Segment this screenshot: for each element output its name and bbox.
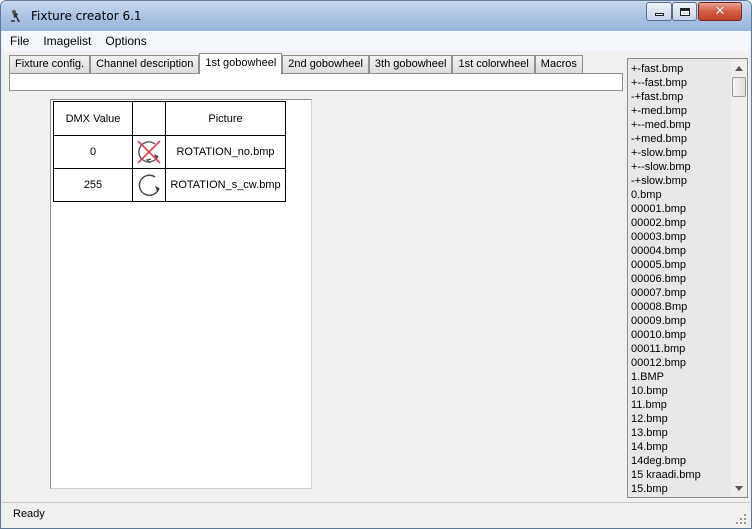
list-item[interactable]: 12.bmp [631,412,731,426]
title-bar[interactable]: Fixture creator 6.1 ✕ [1,1,751,31]
gobo-grid-panel[interactable]: DMX Value Picture 0 ROTATION_no.bmp 255 … [50,99,312,489]
list-item[interactable]: 00005.bmp [631,258,731,272]
list-item[interactable]: +--fast.bmp [631,76,731,90]
menu-options[interactable]: Options [99,34,152,48]
tab-content-strip [9,73,623,91]
list-item[interactable]: -+fast.bmp [631,90,731,104]
scroll-up-button[interactable] [731,60,747,76]
list-item[interactable]: 13.bmp [631,426,731,440]
close-button[interactable]: ✕ [698,2,742,21]
list-item[interactable]: +--med.bmp [631,118,731,132]
tab-fixture-config[interactable]: Fixture config. [9,55,91,73]
minimize-button[interactable] [646,2,672,21]
list-item[interactable]: 00007.bmp [631,286,731,300]
list-item[interactable]: 00006.bmp [631,272,731,286]
list-item[interactable]: -+med.bmp [631,132,731,146]
tab-2nd-gobowheel[interactable]: 2nd gobowheel [282,55,369,73]
maximize-icon [679,7,690,16]
image-file-list[interactable]: +-fast.bmp +--fast.bmp -+fast.bmp +-med.… [627,58,748,498]
minimize-icon [654,13,664,16]
scroll-down-button[interactable] [731,480,747,496]
menu-file[interactable]: File [4,34,35,48]
rotation-clockwise-icon [138,174,160,196]
cell-dmx-value[interactable]: 0 [53,135,133,169]
list-item[interactable]: 14.bmp [631,440,731,454]
chevron-down-icon [735,485,743,491]
close-icon: ✕ [714,4,726,19]
fixture-app-icon [11,10,20,22]
list-item[interactable]: 14deg.bmp [631,454,731,468]
list-item[interactable]: 15.bmp [631,482,731,496]
list-item[interactable]: 1.BMP [631,370,731,384]
list-item[interactable]: -+slow.bmp [631,174,731,188]
file-list-items: +-fast.bmp +--fast.bmp -+fast.bmp +-med.… [631,62,731,496]
tab-channel-description[interactable]: Channel description [90,55,200,73]
tab-1st-colorwheel[interactable]: 1st colorwheel [452,55,535,73]
list-item[interactable]: 00001.bmp [631,202,731,216]
table-row[interactable]: 0 ROTATION_no.bmp [53,135,286,169]
table-header-row: DMX Value Picture [53,101,286,136]
cell-image[interactable] [132,168,166,202]
header-picture[interactable]: Picture [165,101,286,136]
cell-image[interactable] [132,135,166,169]
scroll-thumb[interactable] [732,77,746,97]
app-window: Fixture creator 6.1 ✕ File Imagelist Opt… [0,0,752,529]
menu-imagelist[interactable]: Imagelist [37,34,97,48]
list-item[interactable]: 00011.bmp [631,342,731,356]
list-item[interactable]: 10.bmp [631,384,731,398]
window-title: Fixture creator 6.1 [31,9,142,23]
header-image[interactable] [132,101,166,136]
cell-dmx-value[interactable]: 255 [53,168,133,202]
list-item[interactable]: 00012.bmp [631,356,731,370]
list-item[interactable]: +-slow.bmp [631,146,731,160]
list-item[interactable]: +-fast.bmp [631,62,731,76]
tab-strip: Fixture config. Channel description 1st … [9,53,583,74]
status-text: Ready [13,508,45,520]
tab-macros[interactable]: Macros [534,55,583,73]
resize-grip-icon[interactable] [735,513,747,525]
header-dmx-value[interactable]: DMX Value [53,101,133,136]
list-item[interactable]: +-med.bmp [631,104,731,118]
maximize-button[interactable] [672,2,697,21]
list-item[interactable]: +--slow.bmp [631,160,731,174]
list-item[interactable]: 00004.bmp [631,244,731,258]
tab-3th-gobowheel[interactable]: 3th gobowheel [368,55,453,73]
list-item[interactable]: 00008.Bmp [631,300,731,314]
list-item[interactable]: 11.bmp [631,398,731,412]
list-item[interactable]: 00010.bmp [631,328,731,342]
list-item[interactable]: 00003.bmp [631,230,731,244]
chevron-up-icon [735,65,743,71]
gobo-table: DMX Value Picture 0 ROTATION_no.bmp 255 … [53,101,286,202]
status-bar: Ready [2,502,750,528]
menu-bar: File Imagelist Options [2,31,750,51]
rotation-no-icon [137,140,161,164]
cell-picture[interactable]: ROTATION_no.bmp [165,135,286,169]
client-area: Fixture config. Channel description 1st … [2,51,750,502]
cell-picture[interactable]: ROTATION_s_cw.bmp [165,168,286,202]
list-item[interactable]: 00009.bmp [631,314,731,328]
table-row[interactable]: 255 ROTATION_s_cw.bmp [53,168,286,202]
tab-1st-gobowheel[interactable]: 1st gobowheel [199,53,283,74]
list-item[interactable]: 00002.bmp [631,216,731,230]
list-item[interactable]: 15 kraadi.bmp [631,468,731,482]
list-item[interactable]: 0.bmp [631,188,731,202]
file-list-scrollbar[interactable] [731,60,747,496]
